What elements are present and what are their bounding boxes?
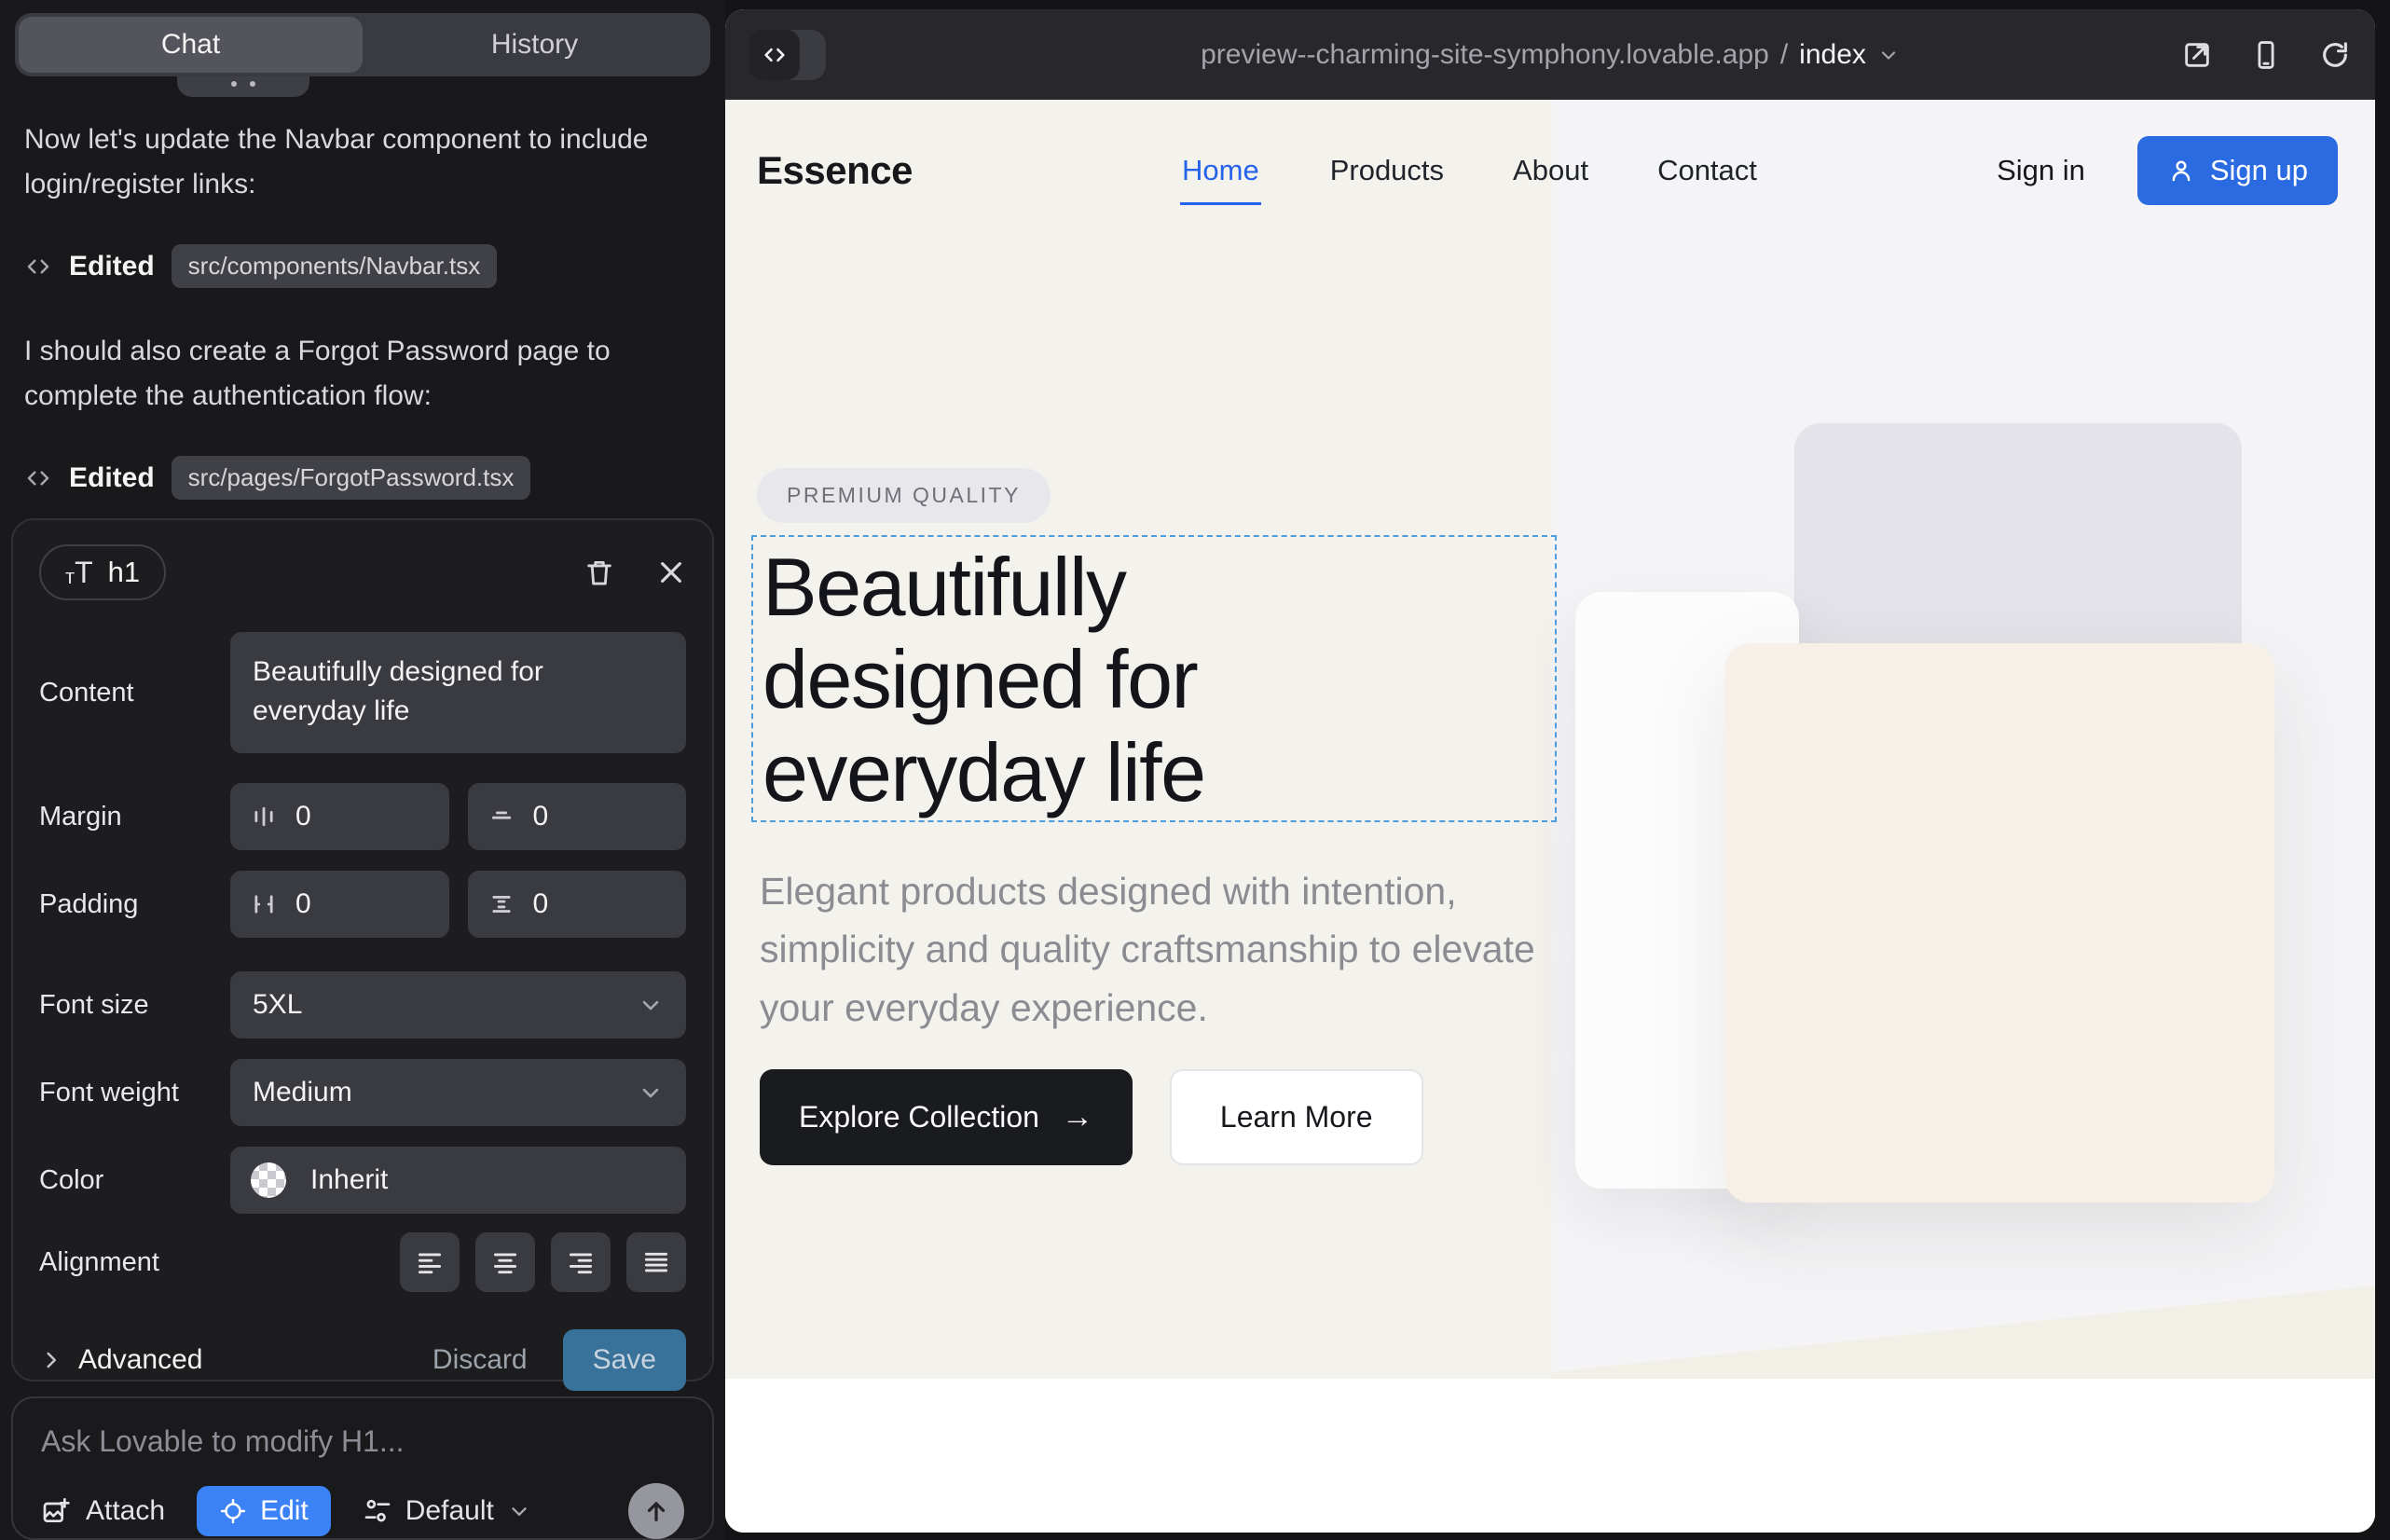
edited-file-row: Edited src/components/Navbar.tsx bbox=[24, 244, 701, 288]
font-weight-select[interactable]: Medium bbox=[230, 1059, 686, 1126]
hero-heading: Beautifully designed for everyday life bbox=[753, 537, 1555, 818]
url-host: preview--charming-site-symphony.lovable.… bbox=[1201, 39, 1769, 71]
preview-site: Essence Home Products About Contact Sign… bbox=[725, 100, 2375, 1533]
element-editor-panel: тT h1 Content Beautifully designed for e… bbox=[11, 518, 714, 1382]
alignment-label: Alignment bbox=[39, 1247, 230, 1278]
text-element-icon: тT bbox=[65, 557, 93, 587]
code-icon bbox=[24, 464, 52, 492]
tab-chat[interactable]: Chat bbox=[19, 17, 363, 73]
chat-sidebar: Chat History Now let's update the Navbar… bbox=[0, 0, 725, 1540]
close-panel-button[interactable] bbox=[656, 557, 686, 587]
mobile-view-button[interactable] bbox=[2250, 39, 2282, 71]
color-input[interactable]: Inherit bbox=[230, 1147, 686, 1214]
target-icon bbox=[219, 1497, 247, 1525]
attach-image-icon bbox=[41, 1496, 71, 1526]
preview-window: preview--charming-site-symphony.lovable.… bbox=[725, 9, 2375, 1533]
margin-horizontal-icon bbox=[251, 804, 277, 830]
file-chip[interactable]: src/components/Navbar.tsx bbox=[172, 244, 498, 288]
align-center-button[interactable] bbox=[475, 1232, 535, 1292]
chat-message-list: Now let's update the Navbar component to… bbox=[0, 76, 725, 507]
element-tag-label: h1 bbox=[108, 556, 140, 589]
padding-x-input[interactable]: 0 bbox=[230, 871, 449, 938]
align-left-button[interactable] bbox=[400, 1232, 460, 1292]
preview-header: preview--charming-site-symphony.lovable.… bbox=[725, 9, 2375, 100]
margin-vertical-icon bbox=[488, 804, 515, 830]
tab-history[interactable]: History bbox=[363, 17, 707, 73]
font-size-select[interactable]: 5XL bbox=[230, 971, 686, 1038]
discard-button[interactable]: Discard bbox=[433, 1344, 528, 1376]
content-label: Content bbox=[39, 678, 230, 708]
font-size-label: Font size bbox=[39, 990, 230, 1021]
margin-x-input[interactable]: 0 bbox=[230, 783, 449, 850]
site-logo[interactable]: Essence bbox=[757, 100, 913, 241]
chat-message: I should also create a Forgot Password p… bbox=[24, 329, 667, 419]
margin-label: Margin bbox=[39, 802, 230, 832]
send-button[interactable] bbox=[628, 1483, 684, 1539]
content-input[interactable]: Beautifully designed for everyday life bbox=[230, 632, 686, 753]
site-nav: Home Products About Contact bbox=[1180, 100, 1757, 241]
margin-y-input[interactable]: 0 bbox=[468, 783, 687, 850]
chevron-down-icon bbox=[1877, 44, 1900, 66]
hero-description: Elegant products designed with intention… bbox=[760, 862, 1580, 1037]
hero-badge: PREMIUM QUALITY bbox=[757, 468, 1051, 523]
padding-vertical-icon bbox=[488, 891, 515, 917]
edited-file-row: Edited src/pages/ForgotPassword.tsx bbox=[24, 456, 701, 500]
url-page-select[interactable]: index bbox=[1799, 39, 1866, 71]
signup-button[interactable]: Sign up bbox=[2137, 136, 2338, 205]
nav-link-contact[interactable]: Contact bbox=[1657, 154, 1757, 187]
model-select[interactable]: Default bbox=[363, 1495, 531, 1527]
align-justify-button[interactable] bbox=[626, 1232, 686, 1292]
chevron-down-icon bbox=[638, 1079, 664, 1106]
nav-link-products[interactable]: Products bbox=[1330, 154, 1444, 187]
code-icon bbox=[24, 253, 52, 281]
h1-selection-outline[interactable]: Beautifully designed for everyday life bbox=[751, 535, 1557, 822]
nav-link-about[interactable]: About bbox=[1513, 154, 1588, 187]
collapsed-chip bbox=[177, 76, 309, 97]
hero-section: Essence Home Products About Contact Sign… bbox=[725, 100, 2375, 1379]
save-button[interactable]: Save bbox=[563, 1329, 686, 1391]
composer-input[interactable] bbox=[41, 1424, 684, 1459]
decor-card-cream bbox=[1724, 643, 2274, 1203]
code-view-toggle[interactable] bbox=[749, 30, 826, 80]
open-external-button[interactable] bbox=[2181, 39, 2213, 71]
decor-diagonal-wedge bbox=[1552, 1239, 2375, 1379]
advanced-toggle[interactable]: Advanced bbox=[39, 1344, 202, 1376]
arrow-right-icon: → bbox=[1062, 1099, 1093, 1135]
chat-composer: Attach Edit Default bbox=[11, 1396, 714, 1540]
sliders-icon bbox=[363, 1496, 392, 1526]
chevron-right-icon bbox=[39, 1348, 63, 1372]
chat-message: Now let's update the Navbar component to… bbox=[24, 117, 667, 207]
padding-y-input[interactable]: 0 bbox=[468, 871, 687, 938]
learn-more-button[interactable]: Learn More bbox=[1170, 1069, 1423, 1165]
edit-mode-button[interactable]: Edit bbox=[197, 1486, 331, 1536]
chevron-down-icon bbox=[638, 992, 664, 1018]
element-tag-chip: тT h1 bbox=[39, 544, 166, 600]
padding-horizontal-icon bbox=[251, 891, 277, 917]
delete-element-button[interactable] bbox=[584, 557, 615, 588]
font-weight-label: Font weight bbox=[39, 1078, 230, 1108]
file-chip[interactable]: src/pages/ForgotPassword.tsx bbox=[172, 456, 531, 500]
align-right-button[interactable] bbox=[551, 1232, 611, 1292]
color-swatch bbox=[251, 1162, 286, 1198]
padding-label: Padding bbox=[39, 889, 230, 920]
refresh-button[interactable] bbox=[2319, 39, 2351, 71]
signin-link[interactable]: Sign in bbox=[1997, 154, 2085, 187]
code-icon bbox=[749, 30, 800, 80]
explore-collection-button[interactable]: Explore Collection → bbox=[760, 1069, 1133, 1165]
user-icon bbox=[2167, 157, 2195, 185]
nav-link-home[interactable]: Home bbox=[1180, 136, 1261, 205]
site-navbar: Essence Home Products About Contact Sign… bbox=[725, 100, 2375, 241]
url-separator: / bbox=[1780, 39, 1788, 71]
chevron-down-icon bbox=[507, 1499, 531, 1523]
sidebar-tab-bar: Chat History bbox=[15, 13, 710, 76]
edited-label: Edited bbox=[69, 251, 155, 282]
color-label: Color bbox=[39, 1165, 230, 1196]
attach-button[interactable]: Attach bbox=[41, 1495, 165, 1527]
preview-url: preview--charming-site-symphony.lovable.… bbox=[725, 9, 2375, 100]
next-section bbox=[725, 1379, 2375, 1533]
edited-label: Edited bbox=[69, 462, 155, 494]
